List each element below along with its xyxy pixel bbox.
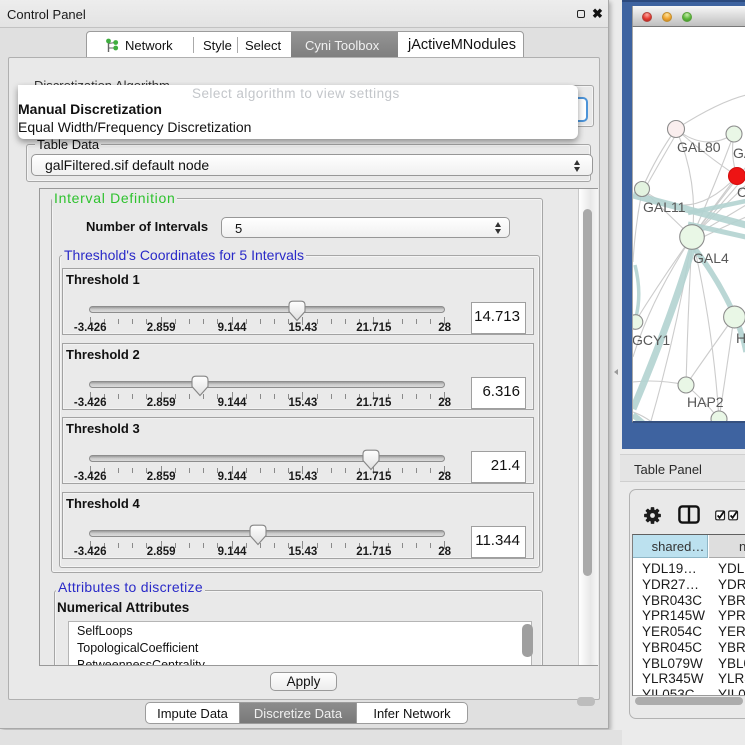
- svg-text:H: H: [736, 330, 745, 346]
- svg-text:GAL4: GAL4: [693, 250, 729, 266]
- svg-text:HAP2: HAP2: [687, 394, 724, 410]
- svg-text:GCY1: GCY1: [633, 332, 670, 348]
- svg-text:GAL11: GAL11: [643, 199, 686, 215]
- svg-text:GA: GA: [733, 145, 745, 161]
- svg-text:GAL80: GAL80: [677, 139, 721, 155]
- svg-text:C: C: [737, 184, 745, 200]
